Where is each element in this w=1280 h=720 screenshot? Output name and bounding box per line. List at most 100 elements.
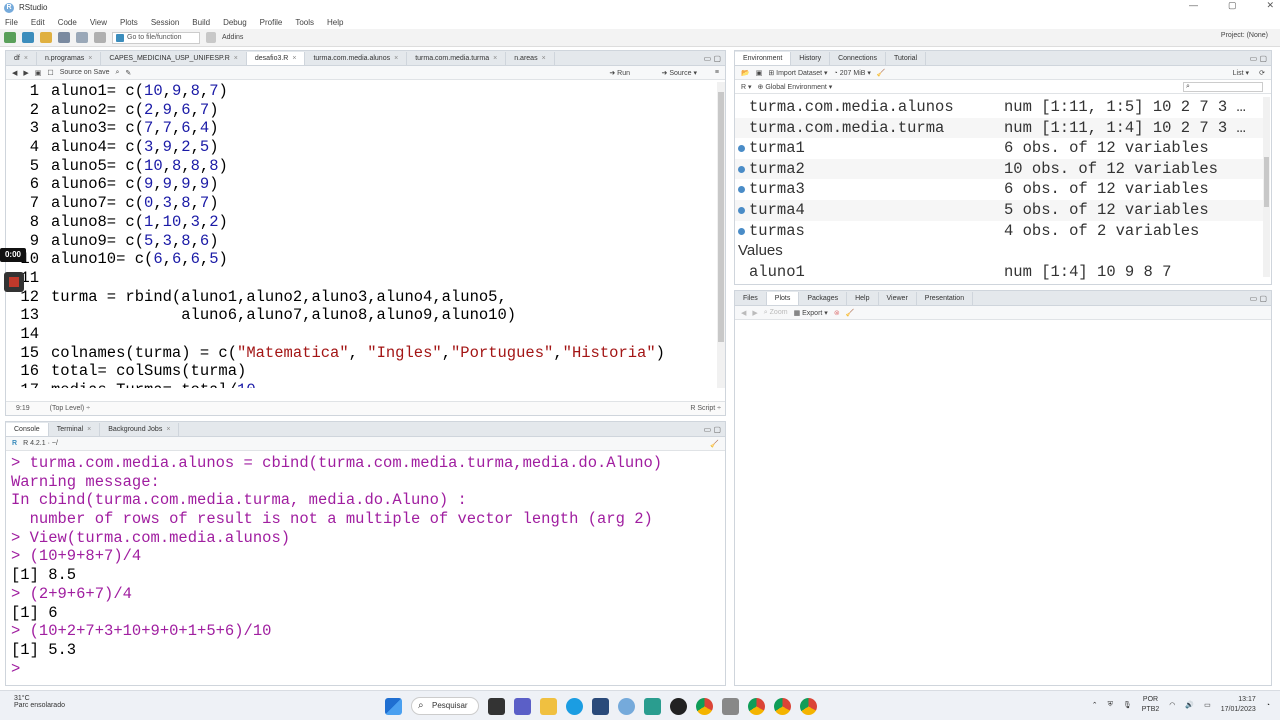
menu-code[interactable]: Code xyxy=(58,18,77,27)
teams-chat-icon[interactable] xyxy=(514,697,531,715)
code-line[interactable]: 11 xyxy=(6,269,720,288)
tab-connections[interactable]: Connections xyxy=(830,52,886,65)
menu-plots[interactable]: Plots xyxy=(120,18,138,27)
environment-row[interactable]: turma.com.media.turma num [1:11, 1:4] 10 … xyxy=(735,117,1265,139)
menu-build[interactable]: Build xyxy=(192,18,210,27)
code-line[interactable]: 7 aluno7= c(0,3,8,7) xyxy=(6,194,720,213)
settings-gear-icon[interactable] xyxy=(722,697,739,715)
grid-icon[interactable] xyxy=(206,32,216,43)
search-icon[interactable]: ⌕ xyxy=(116,69,120,77)
menu-session[interactable]: Session xyxy=(151,18,179,27)
code-line[interactable]: 6 aluno6= c(9,9,9,9) xyxy=(6,175,720,194)
code-line[interactable]: 2 aluno2= c(2,9,6,7) xyxy=(6,101,720,120)
tab-n-programas[interactable]: n.programas × xyxy=(37,52,102,65)
save-all-icon[interactable] xyxy=(76,32,88,43)
tab-turma-com-media-turma[interactable]: turma.com.media.turma × xyxy=(407,52,507,65)
tab-capes-medicina[interactable]: CAPES_MEDICINA_USP_UNIFESP.R × xyxy=(101,52,247,65)
close-icon[interactable]: × xyxy=(88,55,92,62)
menu-debug[interactable]: Debug xyxy=(223,18,247,27)
save-icon[interactable]: ▣ xyxy=(35,69,42,77)
tab-desafio3[interactable]: desafio3.R × xyxy=(246,52,306,65)
menu-lines-icon[interactable]: ≡ xyxy=(715,69,719,76)
close-button[interactable]: ✕ xyxy=(1266,0,1274,11)
tab-files[interactable]: Files xyxy=(735,292,767,305)
import-dataset-button[interactable]: ⊞ Import Dataset ▾ xyxy=(768,69,827,77)
broom-icon[interactable]: 🧹 xyxy=(877,69,886,77)
environment-row[interactable]: turma1 6 obs. of 12 variables xyxy=(735,138,1265,159)
zoom-button[interactable]: ⌕ Zoom xyxy=(764,309,788,317)
tab-plots[interactable]: Plots xyxy=(766,292,800,305)
remove-plot-icon[interactable]: ⊗ xyxy=(834,309,840,317)
tab-tutorial[interactable]: Tutorial xyxy=(886,52,927,65)
scrollbar-thumb[interactable] xyxy=(718,92,724,342)
code-line[interactable]: 12 turma = rbind(aluno1,aluno2,aluno3,alu… xyxy=(6,288,720,307)
close-icon[interactable]: × xyxy=(542,55,546,62)
weather-widget[interactable]: 31°C Parc ensolarado xyxy=(14,695,65,709)
code-line[interactable]: 4 aluno4= c(3,9,2,5) xyxy=(6,138,720,157)
clock[interactable]: 13:17 17/01/2023 xyxy=(1221,695,1256,715)
go-to-file-input[interactable]: Go to file/function xyxy=(112,31,200,44)
clear-plots-icon[interactable]: 🧹 xyxy=(846,309,855,317)
menu-tools[interactable]: Tools xyxy=(295,18,314,27)
open-file-icon[interactable] xyxy=(40,32,52,43)
language-selector[interactable]: R ▾ xyxy=(741,83,752,91)
minimize-button[interactable]: — xyxy=(1189,0,1198,11)
environment-row[interactable]: turma2 10 obs. of 12 variables xyxy=(735,158,1265,180)
code-line[interactable]: 8 aluno8= c(1,10,3,2) xyxy=(6,213,720,232)
run-button[interactable]: ➜ Run xyxy=(609,69,630,77)
menu-file[interactable]: File xyxy=(5,18,18,27)
tab-history[interactable]: History xyxy=(791,52,831,65)
expand-icon[interactable] xyxy=(738,186,745,194)
notification-icon[interactable]: ◔ xyxy=(1266,702,1270,709)
close-icon[interactable]: × xyxy=(24,55,28,62)
code-line[interactable]: 13 aluno6,aluno7,aluno8,aluno9,aluno10) xyxy=(6,306,720,325)
clear-console-icon[interactable]: 🧹 xyxy=(710,440,719,448)
environment-search-input[interactable]: ⌕ xyxy=(1183,81,1263,92)
tab-presentation[interactable]: Presentation xyxy=(917,292,974,305)
back-arrow-icon[interactable]: ◀ xyxy=(741,309,746,317)
pane-window-controls[interactable]: ▭ ▢ xyxy=(704,54,721,63)
file-type-selector[interactable]: R Script ÷ xyxy=(690,405,721,412)
tab-background-jobs[interactable]: Background Jobs × xyxy=(100,423,180,436)
addins-button[interactable]: Addins xyxy=(222,34,243,41)
language-indicator[interactable]: POR PTB2 xyxy=(1142,695,1160,715)
chrome-profile-icon[interactable] xyxy=(774,697,791,715)
environment-row[interactable]: turmas 4 obs. of 2 variables xyxy=(735,221,1265,242)
scrollbar-thumb[interactable] xyxy=(1264,157,1269,207)
source-button[interactable]: ➜ Source ▾ xyxy=(662,69,697,77)
close-icon[interactable]: × xyxy=(493,55,497,62)
windows-start-icon[interactable] xyxy=(385,697,402,715)
export-button[interactable]: ▦ Export ▾ xyxy=(794,309,828,317)
volume-icon[interactable]: 🔊 xyxy=(1185,701,1194,709)
tab-console[interactable]: Console xyxy=(6,423,49,436)
menu-help[interactable]: Help xyxy=(327,18,343,27)
rstudio-app-icon[interactable] xyxy=(618,697,635,715)
expand-icon[interactable] xyxy=(738,145,745,153)
pane-window-controls[interactable]: ▭ ▢ xyxy=(1250,54,1267,63)
close-icon[interactable]: × xyxy=(292,55,296,62)
print-icon[interactable] xyxy=(94,32,106,43)
code-line[interactable]: 1 aluno1= c(10,9,8,7) xyxy=(6,82,720,101)
tab-terminal[interactable]: Terminal × xyxy=(49,423,101,436)
maximize-button[interactable]: ▢ xyxy=(1228,0,1237,11)
view-mode-selector[interactable]: List ▾ xyxy=(1233,69,1249,77)
file-explorer-icon[interactable] xyxy=(540,697,557,715)
tab-n-areas[interactable]: n.areas × xyxy=(506,52,555,65)
code-area[interactable]: 1 aluno1= c(10,9,8,7) 2 aluno2= c(2,9,6,7) 3… xyxy=(6,82,720,388)
expand-icon[interactable] xyxy=(738,206,745,214)
environment-row[interactable]: aluno1 num [1:4] 10 9 8 7 xyxy=(735,262,1265,283)
taskbar-search[interactable]: Pesquisar xyxy=(411,697,479,715)
close-icon[interactable]: × xyxy=(87,426,91,433)
load-workspace-icon[interactable]: 📂 xyxy=(741,69,750,77)
memory-usage[interactable]: ◔ 207 MiB ▾ xyxy=(834,69,871,77)
battery-icon[interactable]: ▭ xyxy=(1204,701,1211,709)
dell-icon[interactable] xyxy=(670,697,687,715)
code-line[interactable]: 14 xyxy=(6,325,720,344)
pane-window-controls[interactable]: ▭ ▢ xyxy=(704,425,721,434)
code-line[interactable]: 3 aluno3= c(7,7,6,4) xyxy=(6,119,720,138)
close-icon[interactable]: × xyxy=(166,426,170,433)
environment-row[interactable]: turma.com.media.alunos num [1:11, 1:5] 10… xyxy=(735,97,1265,118)
chrome-profile-icon[interactable] xyxy=(800,697,817,715)
tab-packages[interactable]: Packages xyxy=(799,292,848,305)
tab-help[interactable]: Help xyxy=(847,292,879,305)
